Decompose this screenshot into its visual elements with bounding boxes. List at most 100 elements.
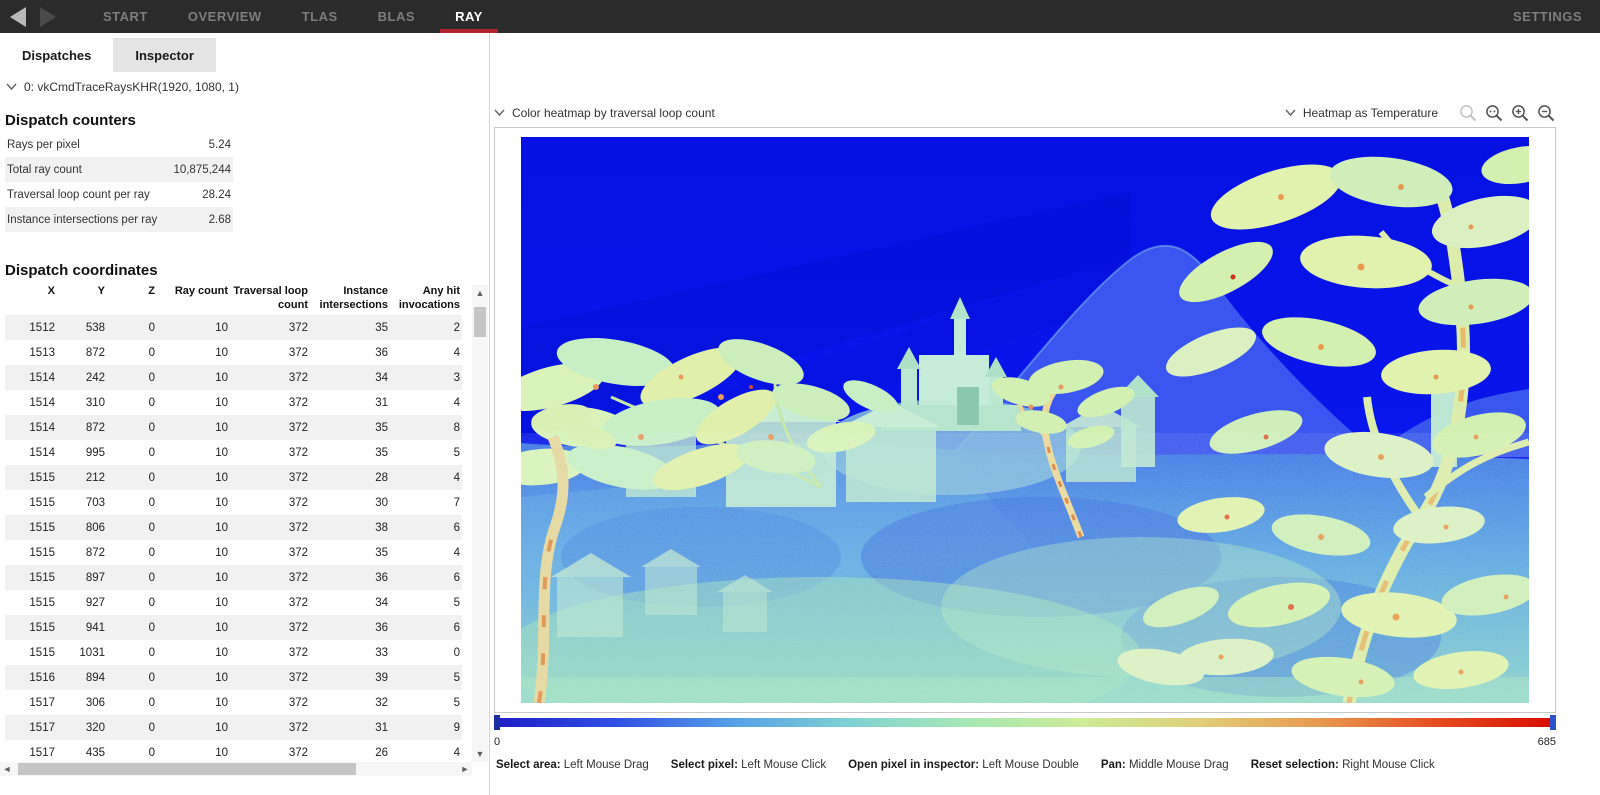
table-cell: 372	[230, 747, 310, 759]
nav-tab-start[interactable]: START	[88, 0, 163, 33]
table-cell: 4	[390, 347, 462, 359]
column-header-any-hit-invocations[interactable]: Any hit invocations	[390, 285, 462, 313]
chevron-down-icon	[6, 83, 17, 91]
vertical-scroll-thumb[interactable]	[474, 307, 486, 337]
column-header-x[interactable]: X	[5, 285, 57, 299]
table-row[interactable]: 1517435010372264	[5, 740, 462, 762]
nav-tab-tlas[interactable]: TLAS	[287, 0, 353, 33]
table-row[interactable]: 1515806010372386	[5, 515, 462, 540]
table-cell: 10	[157, 422, 230, 434]
back-arrow-icon[interactable]	[10, 7, 27, 27]
table-row[interactable]: 1512538010372352	[5, 315, 462, 340]
table-cell: 927	[57, 597, 107, 609]
table-cell: 38	[310, 522, 390, 534]
application-window: START OVERVIEW TLAS BLAS RAY SETTINGS Dispat…	[0, 0, 1600, 795]
table-cell: 0	[107, 647, 157, 659]
table-cell: 0	[107, 697, 157, 709]
counter-label: Rays per pixel	[7, 139, 80, 151]
heatmap-render[interactable]	[521, 137, 1529, 703]
table-row[interactable]: 1513872010372364	[5, 340, 462, 365]
table-cell: 0	[107, 397, 157, 409]
horizontal-scroll-thumb[interactable]	[18, 763, 356, 775]
table-cell: 1515	[5, 597, 57, 609]
heatmap-colorize-dropdown[interactable]: Color heatmap by traversal loop count	[494, 106, 715, 120]
tab-dispatches[interactable]: Dispatches	[0, 38, 113, 72]
column-header-y[interactable]: Y	[57, 285, 107, 299]
table-cell: 31	[310, 722, 390, 734]
table-cell: 0	[107, 572, 157, 584]
table-cell: 10	[157, 597, 230, 609]
table-cell: 872	[57, 422, 107, 434]
table-cell: 3	[390, 372, 462, 384]
nav-tab-ray[interactable]: RAY	[440, 0, 498, 33]
table-row[interactable]: 1517320010372319	[5, 715, 462, 740]
table-cell: 34	[310, 372, 390, 384]
nav-tab-blas[interactable]: BLAS	[363, 0, 430, 33]
table-horizontal-scrollbar[interactable]: ◄ ►	[0, 762, 472, 776]
table-cell: 5	[390, 672, 462, 684]
nav-tab-settings[interactable]: SETTINGS	[1495, 0, 1600, 33]
counter-value: 5.24	[209, 139, 231, 151]
table-cell: 372	[230, 472, 310, 484]
table-vertical-scrollbar[interactable]: ▲ ▼	[472, 285, 488, 762]
column-header-traversal-loop-count[interactable]: Traversal loop count	[230, 285, 310, 313]
table-row[interactable]: 1514310010372314	[5, 390, 462, 415]
column-header-instance-intersections[interactable]: Instance intersections	[310, 285, 390, 313]
mouse-hint: Reset selection: Right Mouse Click	[1251, 759, 1435, 771]
table-cell: 0	[107, 322, 157, 334]
table-cell: 372	[230, 322, 310, 334]
table-cell: 35	[310, 447, 390, 459]
counter-row: Traversal loop count per ray28.24	[5, 182, 233, 207]
top-navigation-bar: START OVERVIEW TLAS BLAS RAY SETTINGS	[0, 0, 1600, 33]
table-row[interactable]: 1516894010372395	[5, 665, 462, 690]
zoom-out-icon[interactable]	[1537, 104, 1556, 123]
zoom-to-selection-icon[interactable]	[1485, 104, 1504, 123]
table-cell: 28	[310, 472, 390, 484]
coordinates-table-header: XYZRay countTraversal loop countInstance…	[5, 285, 462, 313]
table-row[interactable]: 1514242010372343	[5, 365, 462, 390]
zoom-in-icon[interactable]	[1511, 104, 1530, 123]
table-row[interactable]: 1515897010372366	[5, 565, 462, 590]
zoom-controls	[1459, 104, 1556, 123]
table-row[interactable]: 15151031010372330	[5, 640, 462, 665]
heatmap-viewport[interactable]	[494, 127, 1556, 713]
table-cell: 10	[157, 572, 230, 584]
table-cell: 1515	[5, 622, 57, 634]
table-cell: 32	[310, 697, 390, 709]
column-header-z[interactable]: Z	[107, 285, 157, 299]
table-cell: 1517	[5, 697, 57, 709]
table-row[interactable]: 1517306010372325	[5, 690, 462, 715]
scale-max-handle[interactable]	[1550, 715, 1556, 730]
table-row[interactable]: 1515703010372307	[5, 490, 462, 515]
table-cell: 10	[157, 522, 230, 534]
table-row[interactable]: 1515927010372345	[5, 590, 462, 615]
temperature-gradient-bar	[500, 718, 1550, 727]
table-cell: 0	[107, 347, 157, 359]
nav-tab-overview[interactable]: OVERVIEW	[173, 0, 277, 33]
heatmap-toolbar: Color heatmap by traversal loop count He…	[494, 103, 1556, 123]
scroll-right-arrow-icon[interactable]: ►	[458, 762, 472, 776]
table-row[interactable]: 1514872010372358	[5, 415, 462, 440]
table-row[interactable]: 1515941010372366	[5, 615, 462, 640]
forward-arrow-icon[interactable]	[39, 7, 56, 27]
counter-value: 28.24	[202, 189, 231, 201]
tab-inspector[interactable]: Inspector	[113, 38, 216, 72]
scale-min-handle[interactable]	[494, 715, 500, 730]
table-row[interactable]: 1514995010372355	[5, 440, 462, 465]
table-cell: 872	[57, 347, 107, 359]
scroll-up-arrow-icon[interactable]: ▲	[472, 285, 488, 301]
table-cell: 372	[230, 722, 310, 734]
table-cell: 10	[157, 322, 230, 334]
scroll-down-arrow-icon[interactable]: ▼	[472, 746, 488, 762]
table-row[interactable]: 1515872010372354	[5, 540, 462, 565]
zoom-reset-icon[interactable]	[1459, 104, 1478, 123]
table-row[interactable]: 1515212010372284	[5, 465, 462, 490]
table-cell: 7	[390, 497, 462, 509]
table-cell: 4	[390, 747, 462, 759]
column-header-ray-count[interactable]: Ray count	[157, 285, 230, 299]
scroll-left-arrow-icon[interactable]: ◄	[0, 762, 14, 776]
table-cell: 33	[310, 647, 390, 659]
table-cell: 1514	[5, 447, 57, 459]
heatmap-type-dropdown[interactable]: Heatmap as Temperature	[1285, 106, 1438, 120]
dispatch-expander[interactable]: 0: vkCmdTraceRaysKHR(1920, 1080, 1)	[6, 80, 239, 94]
